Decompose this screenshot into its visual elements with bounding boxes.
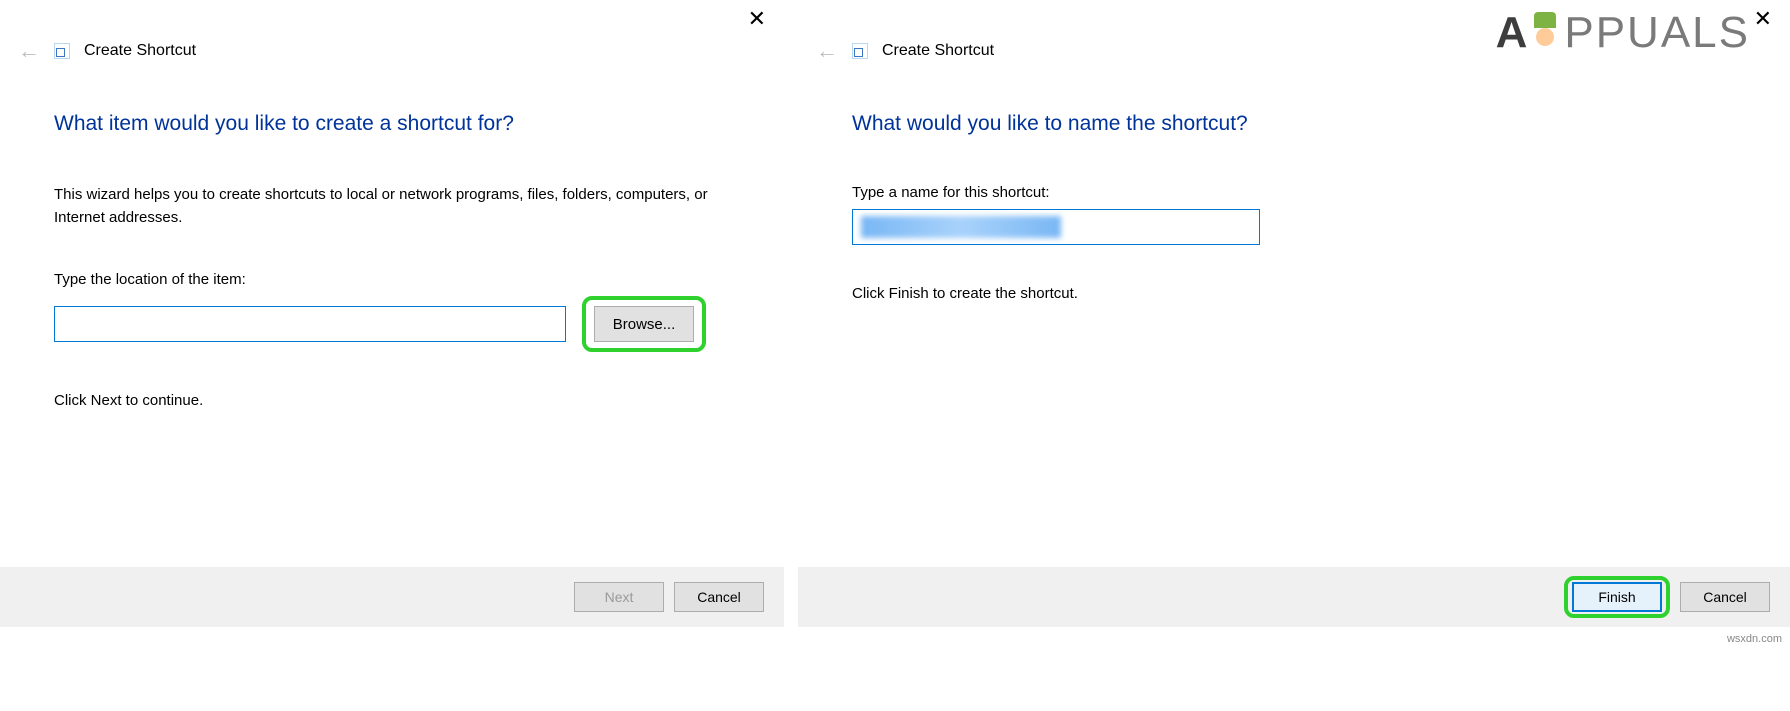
site-credit: wsxdn.com — [1727, 633, 1782, 645]
browse-highlight: Browse... — [582, 296, 706, 352]
name-label: Type a name for this shortcut: — [852, 184, 1736, 201]
wizard-header: ← Create Shortcut — [0, 0, 784, 64]
watermark-text: PPUALS — [1564, 8, 1750, 58]
back-arrow-icon[interactable]: ← — [816, 38, 838, 64]
window-title: Create Shortcut — [84, 42, 196, 60]
mascot-icon — [1530, 12, 1560, 54]
wizard-step-name: ✕ A PPUALS ← Create Shortcut What would … — [798, 0, 1790, 627]
watermark-letter: A — [1496, 8, 1527, 58]
location-input[interactable] — [54, 306, 566, 342]
wizard-step-location: ✕ ← Create Shortcut What item would you … — [0, 0, 784, 627]
cancel-button[interactable]: Cancel — [674, 582, 764, 612]
shortcut-icon — [852, 43, 868, 59]
back-arrow-icon[interactable]: ← — [18, 38, 40, 64]
close-icon[interactable]: ✕ — [748, 6, 766, 32]
location-label: Type the location of the item: — [54, 271, 730, 288]
page-heading: What item would you like to create a sho… — [54, 112, 730, 136]
shortcut-name-input[interactable] — [852, 209, 1260, 245]
redacted-name — [861, 216, 1061, 238]
wizard-footer: Next Cancel — [0, 567, 784, 627]
page-heading: What would you like to name the shortcut… — [852, 112, 1736, 136]
wizard-content: What would you like to name the shortcut… — [798, 64, 1790, 627]
wizard-content: What item would you like to create a sho… — [0, 64, 784, 627]
page-description: This wizard helps you to create shortcut… — [54, 184, 724, 229]
finish-hint: Click Finish to create the shortcut. — [852, 285, 1736, 302]
finish-button[interactable]: Finish — [1572, 582, 1662, 612]
cancel-button[interactable]: Cancel — [1680, 582, 1770, 612]
window-title: Create Shortcut — [882, 42, 994, 60]
close-icon[interactable]: ✕ — [1754, 6, 1772, 32]
location-input-row: Browse... — [54, 296, 730, 352]
browse-button[interactable]: Browse... — [594, 306, 694, 342]
shortcut-icon — [54, 43, 70, 59]
next-button: Next — [574, 582, 664, 612]
wizard-footer: Finish Cancel — [798, 567, 1790, 627]
continue-hint: Click Next to continue. — [54, 392, 730, 409]
appuals-watermark: A PPUALS — [1496, 8, 1750, 58]
finish-highlight: Finish — [1564, 576, 1670, 618]
